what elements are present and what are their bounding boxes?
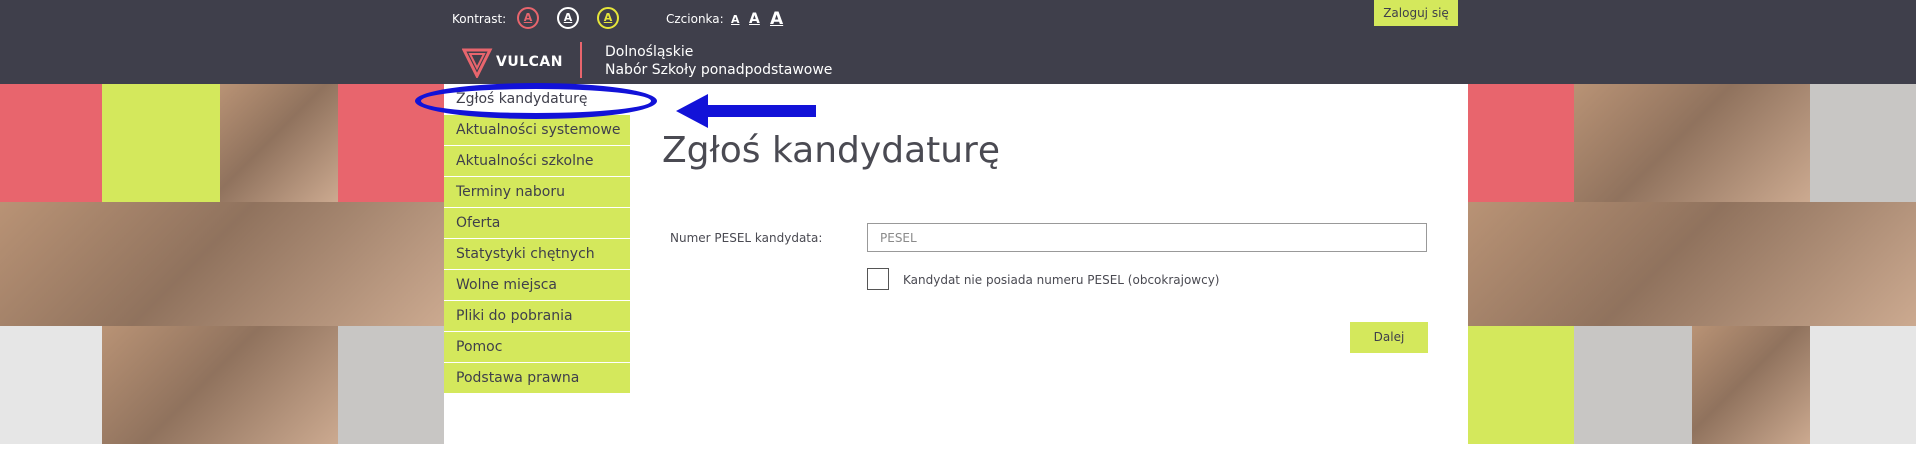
page-title: Zgłoś kandydaturę (662, 130, 1001, 171)
contrast-option-red[interactable]: A (517, 7, 539, 29)
color-block (102, 84, 220, 202)
sidebar-nav: Zgłoś kandydaturę Aktualności systemowe … (444, 84, 630, 394)
sidebar-item-oferta[interactable]: Oferta (444, 208, 630, 239)
system-subtitle: Nabór Szkoły ponadpodstawowe (605, 62, 833, 78)
contrast-option-white[interactable]: A (557, 7, 579, 29)
sidebar-item-terminy-naboru[interactable]: Terminy naboru (444, 177, 630, 208)
color-block (1810, 84, 1916, 202)
logo-divider (580, 42, 582, 78)
login-button[interactable]: Zaloguj się (1374, 0, 1458, 26)
photo-boys-middle (1468, 202, 1916, 326)
photo-girl-bottom (102, 326, 338, 444)
annotation-ellipse (415, 83, 657, 119)
contrast-option-yellow[interactable]: A (597, 7, 619, 29)
color-block (1574, 326, 1692, 444)
color-block (0, 84, 102, 202)
sidebar-item-aktualnosci-szkolne[interactable]: Aktualności szkolne (444, 146, 630, 177)
region-name: Dolnośląskie (605, 44, 694, 60)
no-pesel-checkbox[interactable] (867, 268, 889, 290)
font-size-large[interactable]: A (770, 9, 783, 29)
font-size-small[interactable]: A (731, 13, 740, 26)
photo-girls-middle (0, 202, 444, 326)
photo-girl-top (220, 84, 338, 202)
sidebar-item-pliki-do-pobrania[interactable]: Pliki do pobrania (444, 301, 630, 332)
font-size-label: Czcionka: (666, 12, 724, 26)
color-block (1468, 84, 1574, 202)
color-block (1810, 326, 1916, 444)
sidebar-item-pomoc[interactable]: Pomoc (444, 332, 630, 363)
photo-boy-top (1574, 84, 1810, 202)
pesel-label: Numer PESEL kandydata: (670, 231, 823, 245)
color-block (0, 326, 102, 444)
contrast-label: Kontrast: (452, 12, 507, 26)
annotation-arrow-icon (676, 94, 816, 128)
logo-text: VULCAN (496, 54, 563, 70)
sidebar-item-podstawa-prawna[interactable]: Podstawa prawna (444, 363, 630, 394)
color-block (338, 326, 444, 444)
font-size-medium[interactable]: A (749, 11, 760, 27)
sidebar-item-aktualnosci-systemowe[interactable]: Aktualności systemowe (444, 115, 630, 146)
no-pesel-label: Kandydat nie posiada numeru PESEL (obcok… (903, 273, 1220, 287)
pesel-input[interactable] (867, 223, 1427, 252)
sidebar-item-statystyki-chetnych[interactable]: Statystyki chętnych (444, 239, 630, 270)
photo-boy-bottom (1692, 326, 1810, 444)
top-bar: Kontrast: A A A Czcionka: A A A Zaloguj … (0, 0, 1916, 84)
banner-right-image (1468, 84, 1916, 444)
color-block (1468, 326, 1574, 444)
sidebar-item-wolne-miejsca[interactable]: Wolne miejsca (444, 270, 630, 301)
next-button[interactable]: Dalej (1350, 322, 1428, 353)
banner-left-image (0, 84, 444, 444)
